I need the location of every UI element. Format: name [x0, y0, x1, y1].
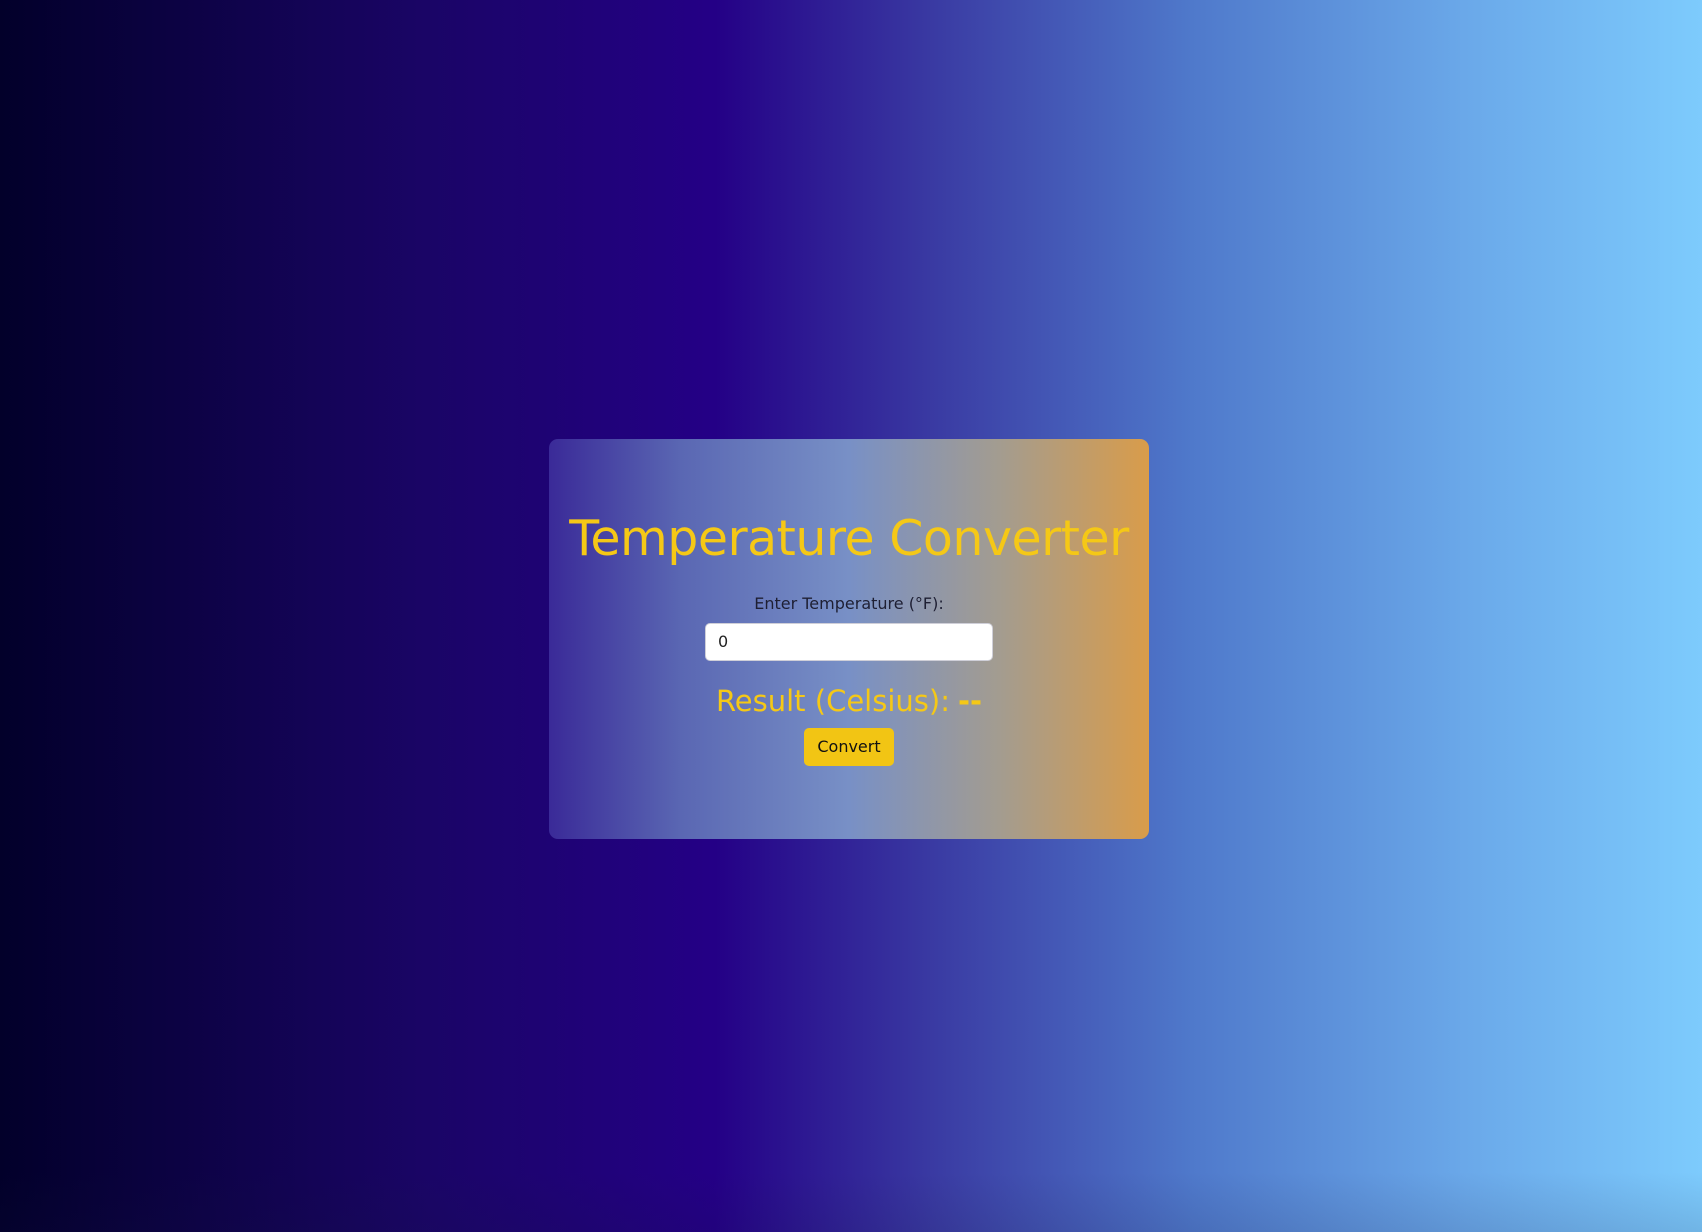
result-value: --	[957, 683, 983, 718]
temperature-input-label: Enter Temperature (°F):	[754, 593, 944, 613]
convert-button[interactable]: Convert	[804, 727, 894, 766]
result-label: Result (Celsius):	[715, 683, 950, 718]
result-display: Result (Celsius): --	[716, 684, 982, 718]
bottom-shade	[0, 1172, 1702, 1232]
converter-card: Temperature Converter Enter Temperature …	[549, 439, 1149, 839]
temperature-input[interactable]	[705, 622, 993, 661]
page-title: Temperature Converter	[569, 510, 1129, 567]
